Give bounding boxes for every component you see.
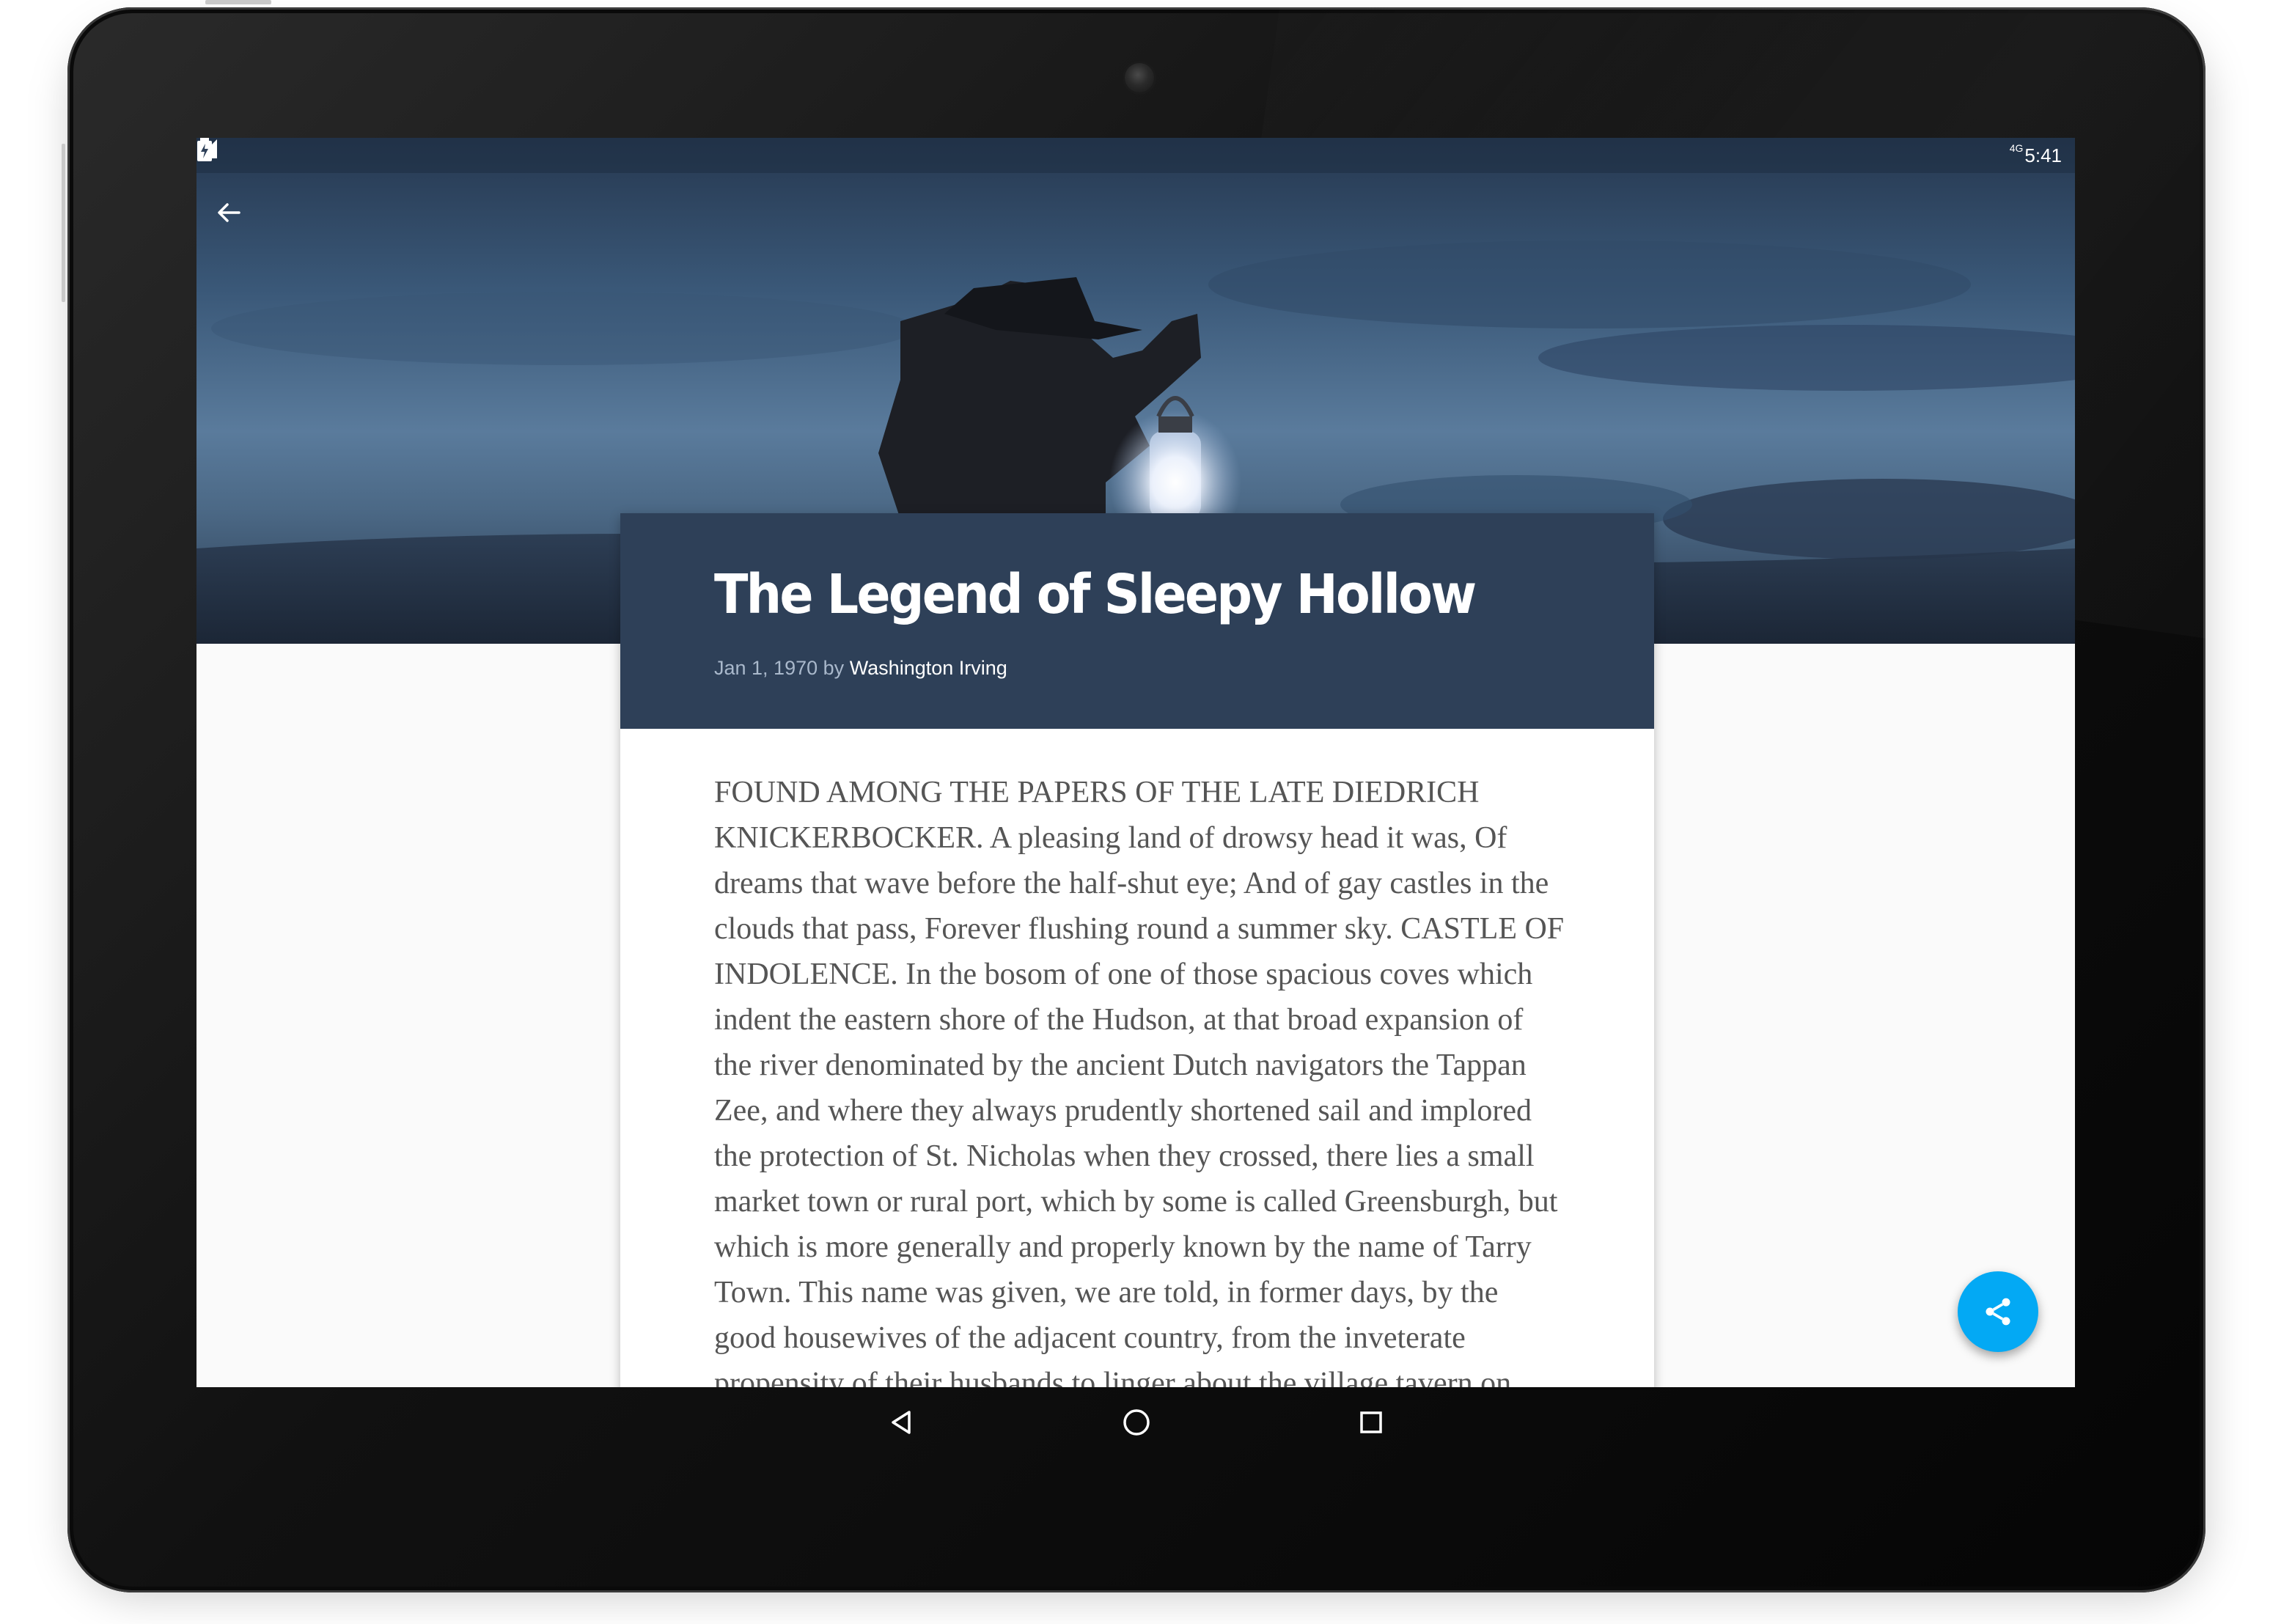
volume-button	[62, 144, 65, 302]
share-button[interactable]	[1958, 1271, 2038, 1352]
network-type: 4G	[2009, 142, 2024, 154]
front-camera	[1125, 63, 1154, 92]
nav-back-icon	[892, 1411, 911, 1434]
arrow-back-icon	[218, 203, 240, 222]
nav-recents-icon	[1360, 1411, 1382, 1433]
power-button	[205, 0, 271, 4]
nav-recents-button[interactable]	[1349, 1400, 1393, 1444]
clock: 5:41	[2024, 144, 2062, 166]
article-meta: Jan 1, 1970 by Washington Irving	[714, 657, 1007, 680]
article-header: The Legend of Sleepy Hollow Jan 1, 1970 …	[620, 513, 1654, 729]
battery-icon	[197, 138, 212, 161]
share-icon	[1986, 1298, 2010, 1326]
back-button[interactable]	[216, 199, 260, 243]
article-date: Jan 1, 1970	[714, 657, 818, 679]
article-body: FOUND AMONG THE PAPERS OF THE LATE DIEDR…	[714, 776, 1565, 1387]
nav-home-button[interactable]	[1114, 1400, 1158, 1444]
article-author[interactable]: Washington Irving	[850, 657, 1007, 679]
screen: 4G 5:41 The Legend of Sleepy Hollow Jan …	[196, 138, 2075, 1387]
article-card: The Legend of Sleepy Hollow Jan 1, 1970 …	[620, 513, 1654, 1387]
nav-home-icon	[1123, 1409, 1150, 1436]
nav-back-button[interactable]	[880, 1400, 924, 1444]
article-title: The Legend of Sleepy Hollow	[714, 563, 1477, 626]
by-label: by	[823, 657, 845, 679]
navigation-bar	[858, 1400, 1415, 1444]
status-bar: 4G 5:41	[196, 138, 2075, 173]
